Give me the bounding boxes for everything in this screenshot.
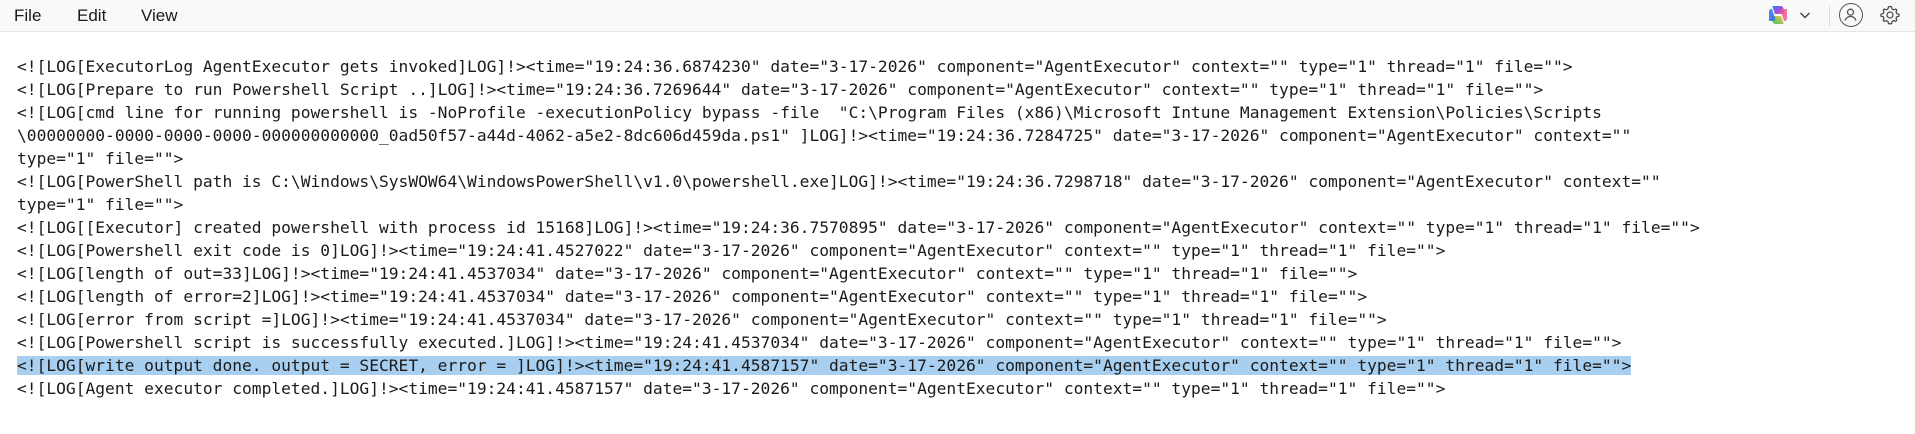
menu-bar: File Edit View — [0, 0, 1915, 32]
log-line: <![LOG[PowerShell path is C:\Windows\Sys… — [17, 172, 1661, 191]
log-line: <![LOG[[Executor] created powershell wit… — [17, 218, 1700, 237]
copilot-icon[interactable] — [1766, 4, 1790, 26]
log-line: type="1" file=""> — [17, 195, 184, 214]
log-line: <![LOG[Powershell script is successfully… — [17, 333, 1622, 352]
log-line: \00000000-0000-0000-0000-000000000000_0a… — [17, 126, 1632, 145]
menu-edit[interactable]: Edit — [77, 5, 106, 27]
menu-file[interactable]: File — [14, 5, 41, 27]
log-line: <![LOG[Powershell exit code is 0]LOG]!><… — [17, 241, 1446, 260]
chevron-down-icon[interactable] — [1797, 7, 1813, 23]
log-line: <![LOG[length of error=2]LOG]!><time="19… — [17, 287, 1368, 306]
log-line: <![LOG[error from script =]LOG]!><time="… — [17, 310, 1387, 329]
log-line: type="1" file=""> — [17, 149, 184, 168]
log-line-selected: <![LOG[write output done. output = SECRE… — [17, 354, 1897, 377]
settings-gear-icon[interactable] — [1879, 4, 1901, 26]
log-text-area[interactable]: <![LOG[ExecutorLog AgentExecutor gets in… — [17, 55, 1897, 400]
log-line: <![LOG[Agent executor completed.]LOG]!><… — [17, 379, 1446, 398]
toolbar-divider — [1829, 6, 1830, 26]
selection-highlight: <![LOG[write output done. output = SECRE… — [17, 356, 1632, 375]
log-line: <![LOG[length of out=33]LOG]!><time="19:… — [17, 264, 1358, 283]
log-line: <![LOG[ExecutorLog AgentExecutor gets in… — [17, 57, 1573, 76]
log-line: <![LOG[cmd line for running powershell i… — [17, 103, 1602, 122]
log-line: <![LOG[Prepare to run Powershell Script … — [17, 80, 1544, 99]
account-icon[interactable] — [1839, 3, 1863, 27]
menu-view[interactable]: View — [141, 5, 178, 27]
